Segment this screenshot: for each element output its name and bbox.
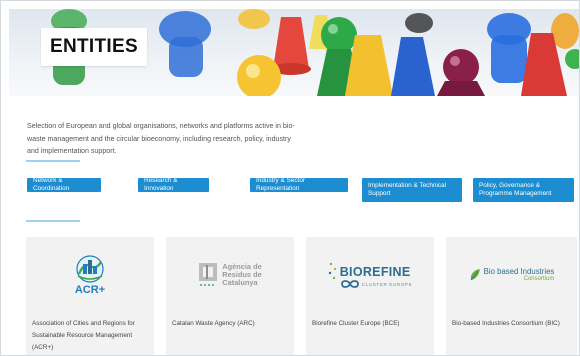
bic-logo: Bio based Industries Consortium bbox=[446, 237, 577, 312]
entity-name: Association of Cities and Regions for Su… bbox=[32, 320, 135, 351]
entity-card-arc[interactable]: Agència de Residus de Catalunya Catalan … bbox=[166, 237, 294, 355]
leaf-icon bbox=[470, 268, 480, 280]
hero-banner: ENTITIES bbox=[9, 9, 579, 96]
biorefine-dots-icon bbox=[328, 262, 336, 279]
entity-name: Biorefine Cluster Europe (BCE) bbox=[312, 320, 400, 327]
bic-logo-subtext: Consortium bbox=[523, 276, 555, 282]
entity-card-bic[interactable]: Bio based Industries Consortium Bio-base… bbox=[446, 237, 577, 355]
biorefine-logo: BIOREFINE CLUSTER EUROPE bbox=[306, 237, 434, 312]
acr-globe-icon bbox=[76, 254, 104, 283]
biorefine-logo-icon bbox=[340, 279, 359, 288]
entity-card-acr[interactable]: ACR+ Association of Cities and Regions f… bbox=[26, 237, 154, 355]
filter-policy-governance-button[interactable]: Policy, Governance & Programme Managemen… bbox=[473, 178, 574, 202]
arc-logo: Agència de Residus de Catalunya bbox=[166, 237, 294, 312]
entity-name: Bio-based Industries Consortium (BIC) bbox=[452, 320, 560, 327]
intro-text: Selection of European and global organis… bbox=[27, 122, 295, 156]
page: ENTITIES Selection of European and globa… bbox=[0, 0, 580, 356]
filter-implementation-support-button[interactable]: Implementation & Technical Support bbox=[362, 178, 462, 202]
bic-logo-text: Bio based Industries bbox=[483, 267, 555, 276]
arc-logo-line-3: Catalunya bbox=[222, 277, 258, 287]
divider bbox=[26, 160, 80, 162]
entity-card-biorefine[interactable]: BIOREFINE CLUSTER EUROPE Biorefine Clust… bbox=[306, 237, 434, 355]
arc-logo-icon bbox=[199, 262, 218, 286]
acr-logo-text: ACR+ bbox=[74, 283, 106, 296]
entity-name: Catalan Waste Agency (ARC) bbox=[172, 320, 255, 327]
page-title: ENTITIES bbox=[41, 28, 147, 66]
biorefine-logo-text: BIOREFINE bbox=[339, 264, 411, 279]
divider bbox=[26, 220, 80, 222]
filter-research-innovation-button[interactable]: Research & Innovation bbox=[138, 177, 209, 192]
acr-logo: ACR+ bbox=[26, 237, 154, 312]
biorefine-logo-subtext: CLUSTER EUROPE bbox=[361, 281, 413, 287]
filter-network-coordination-button[interactable]: Network & Coordination bbox=[27, 177, 101, 192]
filter-industry-representation-button[interactable]: Industry & Sector Representation bbox=[250, 177, 348, 192]
